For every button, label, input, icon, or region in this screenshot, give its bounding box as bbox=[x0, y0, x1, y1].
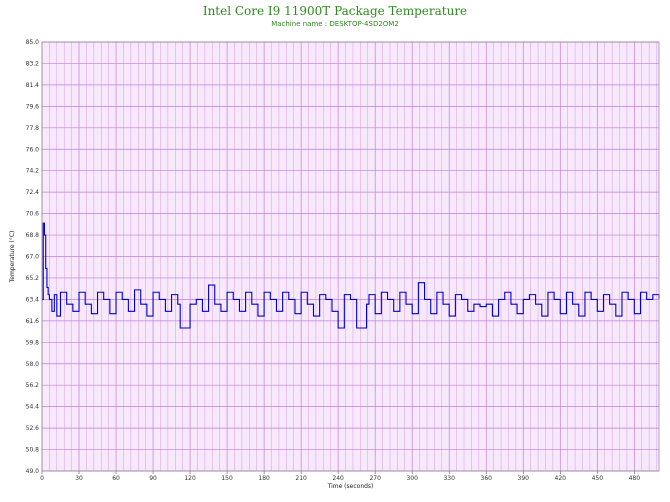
x-tick-label: 390 bbox=[518, 475, 530, 482]
y-tick-label: 56.2 bbox=[26, 382, 40, 389]
x-tick-label: 90 bbox=[149, 475, 157, 482]
y-tick-label: 70.6 bbox=[26, 211, 40, 218]
x-tick-label: 240 bbox=[332, 475, 344, 482]
x-tick-label: 60 bbox=[112, 475, 120, 482]
x-tick-label: 270 bbox=[369, 475, 381, 482]
x-tick-label: 420 bbox=[555, 475, 567, 482]
y-tick-label: 50.8 bbox=[26, 447, 40, 454]
y-tick-label: 77.8 bbox=[26, 125, 40, 132]
y-axis-label: Temperature (°C) bbox=[9, 231, 16, 284]
x-axis: 0 30 60 90 120 150 180 210 240 270 300 330 360 390 420… bbox=[40, 471, 640, 482]
y-tick-label: 76.0 bbox=[26, 146, 40, 153]
y-tick-label: 54.4 bbox=[26, 404, 40, 411]
y-tick-label: 74.2 bbox=[26, 168, 40, 175]
x-tick-label: 330 bbox=[443, 475, 455, 482]
x-tick-label: 300 bbox=[406, 475, 418, 482]
y-tick-label: 85.0 bbox=[26, 39, 40, 46]
grid-lines bbox=[41, 41, 659, 472]
y-tick-label: 63.4 bbox=[26, 296, 40, 303]
y-tick-label: 59.8 bbox=[26, 339, 40, 346]
x-tick-label: 180 bbox=[258, 475, 270, 482]
y-tick-label: 72.4 bbox=[26, 189, 40, 196]
x-tick-label: 360 bbox=[481, 475, 493, 482]
y-axis: 49.0 50.8 52.6 54.4 56.2 58.0 59.8 61.6 63.4 65.2… bbox=[26, 39, 40, 475]
x-tick-label: 120 bbox=[184, 475, 196, 482]
y-tick-label: 65.2 bbox=[26, 275, 40, 282]
y-tick-label: 49.0 bbox=[26, 468, 40, 475]
y-tick-label: 58.0 bbox=[26, 361, 40, 368]
x-tick-label: 210 bbox=[295, 475, 307, 482]
x-tick-label: 450 bbox=[592, 475, 604, 482]
y-tick-label: 67.0 bbox=[26, 254, 40, 261]
x-tick-label: 150 bbox=[221, 475, 233, 482]
y-tick-label: 79.6 bbox=[26, 103, 40, 110]
x-tick-label: 480 bbox=[629, 475, 641, 482]
x-tick-label: 0 bbox=[40, 475, 44, 482]
temperature-chart: 49.0 50.8 52.6 54.4 56.2 58.0 59.8 61.6 63.4 65.2… bbox=[9, 39, 660, 490]
x-axis-label: Time (seconds) bbox=[327, 483, 374, 490]
x-tick-label: 30 bbox=[75, 475, 83, 482]
y-tick-label: 61.6 bbox=[26, 318, 40, 325]
y-tick-label: 68.8 bbox=[26, 232, 40, 239]
y-tick-label: 83.2 bbox=[26, 60, 40, 67]
y-tick-label: 81.4 bbox=[26, 82, 40, 89]
y-tick-label: 52.6 bbox=[26, 425, 40, 432]
